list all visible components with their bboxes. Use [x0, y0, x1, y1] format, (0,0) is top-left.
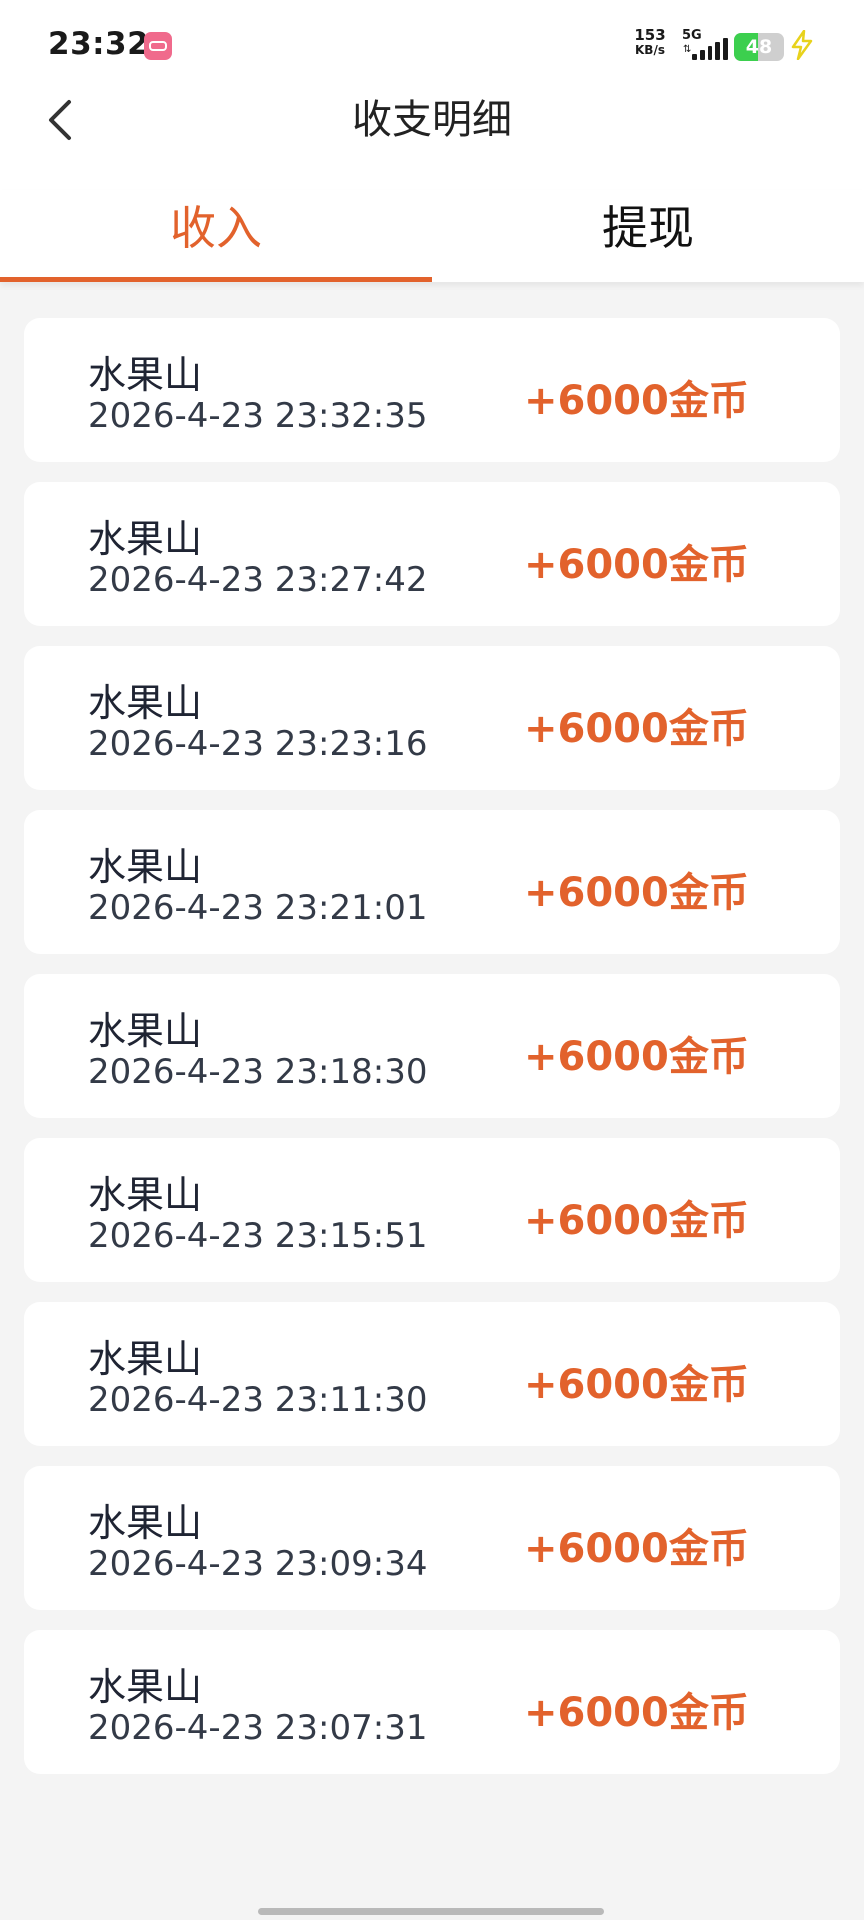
- record-amount: +6000金币: [524, 1362, 749, 1408]
- record-source: 水果山: [88, 517, 203, 561]
- tab-bar: 收入 提现: [0, 190, 864, 282]
- data-arrows-icon: ⇅: [683, 44, 692, 55]
- list-item[interactable]: 水果山 2026-4-23 23:11:30 +6000金币: [24, 1302, 840, 1446]
- income-record-list: 水果山 2026-4-23 23:32:35 +6000金币 水果山 2026-…: [24, 318, 840, 1794]
- record-source: 水果山: [88, 681, 203, 725]
- record-time: 2026-4-23 23:07:31: [88, 1708, 428, 1748]
- record-amount: +6000金币: [524, 706, 749, 752]
- chevron-left-icon: [49, 100, 71, 140]
- page-title: 收支明细: [352, 97, 512, 143]
- record-time: 2026-4-23 23:21:01: [88, 888, 428, 928]
- list-item[interactable]: 水果山 2026-4-23 23:21:01 +6000金币: [24, 810, 840, 954]
- list-item[interactable]: 水果山 2026-4-23 23:32:35 +6000金币: [24, 318, 840, 462]
- network-speed-unit: KB/s: [635, 43, 665, 57]
- record-time: 2026-4-23 23:32:35: [88, 396, 428, 436]
- home-indicator[interactable]: [258, 1908, 604, 1915]
- list-item[interactable]: 水果山 2026-4-23 23:18:30 +6000金币: [24, 974, 840, 1118]
- record-source: 水果山: [88, 353, 203, 397]
- record-amount: +6000金币: [524, 542, 749, 588]
- record-time: 2026-4-23 23:11:30: [88, 1380, 428, 1420]
- status-time: 23:32: [48, 26, 150, 62]
- lightning-icon: [790, 29, 814, 64]
- tab-income-label: 收入: [170, 201, 262, 255]
- record-source: 水果山: [88, 1173, 203, 1217]
- record-amount: +6000金币: [524, 870, 749, 916]
- record-time: 2026-4-23 23:27:42: [88, 560, 428, 600]
- battery-level: 48: [745, 36, 773, 58]
- list-item[interactable]: 水果山 2026-4-23 23:27:42 +6000金币: [24, 482, 840, 626]
- network-speed-value: 153: [634, 26, 666, 44]
- back-button[interactable]: [30, 92, 90, 148]
- record-time: 2026-4-23 23:15:51: [88, 1216, 428, 1256]
- record-time: 2026-4-23 23:23:16: [88, 724, 428, 764]
- list-item[interactable]: 水果山 2026-4-23 23:09:34 +6000金币: [24, 1466, 840, 1610]
- active-tab-indicator: [0, 277, 432, 282]
- status-bar: 23:32 153 KB/s 5G ⇅ 48: [0, 0, 864, 92]
- record-amount: +6000金币: [524, 1690, 749, 1736]
- tab-income[interactable]: 收入: [0, 190, 432, 282]
- record-amount: +6000金币: [524, 378, 749, 424]
- record-source: 水果山: [88, 1337, 203, 1381]
- record-time: 2026-4-23 23:18:30: [88, 1052, 428, 1092]
- record-source: 水果山: [88, 1501, 203, 1545]
- tab-withdraw[interactable]: 提现: [432, 190, 864, 282]
- list-item[interactable]: 水果山 2026-4-23 23:15:51 +6000金币: [24, 1138, 840, 1282]
- record-time: 2026-4-23 23:09:34: [88, 1544, 428, 1584]
- list-item[interactable]: 水果山 2026-4-23 23:07:31 +6000金币: [24, 1630, 840, 1774]
- record-source: 水果山: [88, 845, 203, 889]
- record-source: 水果山: [88, 1009, 203, 1053]
- record-amount: +6000金币: [524, 1526, 749, 1572]
- battery-icon: 48: [734, 33, 784, 61]
- bilibili-icon: [144, 32, 172, 60]
- tab-withdraw-label: 提现: [602, 201, 694, 255]
- record-amount: +6000金币: [524, 1198, 749, 1244]
- signal-strength-icon: [692, 38, 728, 60]
- list-item[interactable]: 水果山 2026-4-23 23:23:16 +6000金币: [24, 646, 840, 790]
- record-source: 水果山: [88, 1665, 203, 1709]
- network-speed: 153 KB/s: [630, 28, 670, 58]
- record-amount: +6000金币: [524, 1034, 749, 1080]
